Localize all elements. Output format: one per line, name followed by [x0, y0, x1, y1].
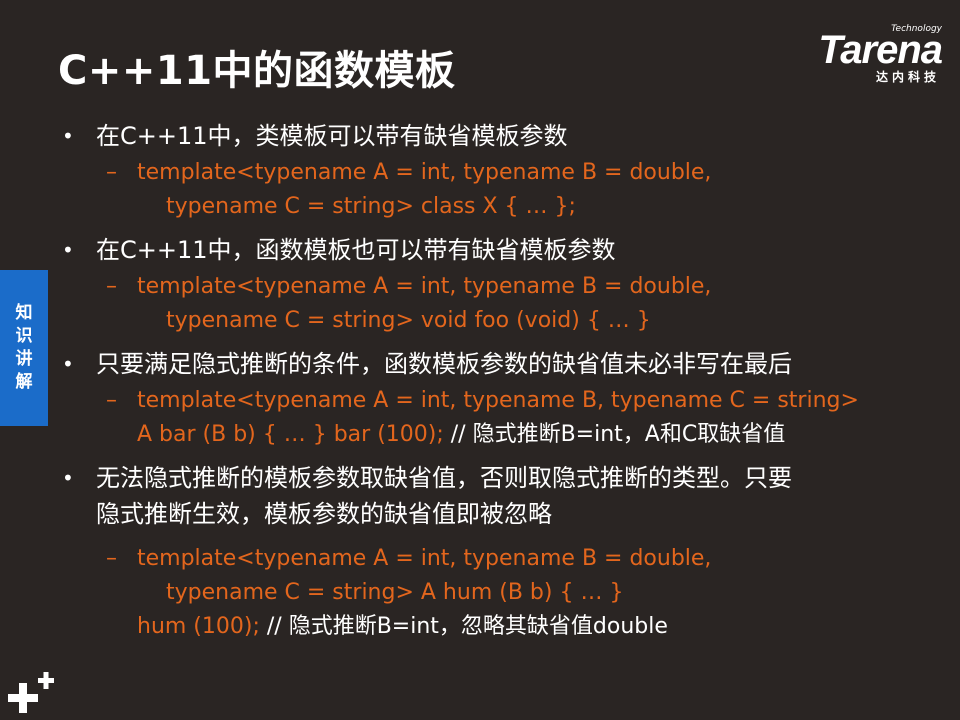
side-tab-char: 讲: [15, 349, 33, 369]
code-example: – template<typename A = int, typename B …: [58, 270, 938, 338]
bullet-text: 只要满足隐式推断的条件，函数模板参数的缺省值未必非写在最后: [96, 350, 792, 378]
bullet-icon: •: [62, 124, 74, 148]
bullet-item: • 在C++11中，函数模板也可以带有缺省模板参数: [58, 232, 938, 268]
bullet-text: 在C++11中，类模板可以带有缺省模板参数: [96, 122, 568, 150]
logo-wordmark: Tarena: [818, 28, 943, 72]
dash-icon: –: [106, 274, 117, 299]
code-line: template<typename A = int, typename B = …: [137, 546, 712, 571]
dash-icon: –: [106, 546, 117, 571]
code-comment: // 隐式推断B=int，A和C取缺省值: [443, 422, 786, 447]
bullet-item: • 只要满足隐式推断的条件，函数模板参数的缺省值未必非写在最后: [58, 346, 938, 382]
bullet-icon: •: [62, 466, 74, 490]
bullet-icon: •: [62, 352, 74, 376]
code-line: template<typename A = int, typename B = …: [137, 274, 712, 299]
bullet-text: 隐式推断生效，模板参数的缺省值即被忽略: [96, 500, 552, 528]
code-line: typename C = string> void foo (void) { ……: [166, 308, 651, 333]
side-tab-char: 识: [15, 326, 33, 346]
code-line: hum (100); // 隐式推断B=int，忽略其缺省值double: [137, 610, 938, 644]
dash-icon: –: [106, 388, 117, 413]
plus-plus-icon: [8, 672, 54, 713]
bullet-item: • 无法隐式推断的模板参数取缺省值，否则取隐式推断的类型。只要 隐式推断生效，模…: [58, 460, 938, 532]
code-text: A bar (B b) { … } bar (100);: [137, 422, 444, 447]
code-line: typename C = string> A hum (B b) { … }: [166, 580, 624, 605]
logo-chinese-name: 达内科技: [875, 70, 940, 84]
code-example: – template<typename A = int, typename B …: [58, 542, 938, 644]
code-example: – template<typename A = int, typename B,…: [58, 384, 938, 452]
code-comment: // 隐式推断B=int，忽略其缺省值double: [259, 614, 668, 639]
side-tab-char: 解: [15, 372, 33, 392]
side-tab-char: 知: [15, 303, 33, 323]
bullet-item: • 在C++11中，类模板可以带有缺省模板参数: [58, 118, 938, 154]
code-example: – template<typename A = int, typename B …: [58, 156, 938, 224]
code-line: template<typename A = int, typename B = …: [137, 160, 712, 185]
code-line: typename C = string> class X { … };: [166, 194, 576, 219]
bullet-icon: •: [62, 238, 74, 262]
slide-title: C++11中的函数模板: [58, 48, 456, 94]
bullet-text: 无法隐式推断的模板参数取缺省值，否则取隐式推断的类型。只要: [96, 464, 792, 492]
knowledge-section-tab: 知 识 讲 解: [0, 270, 48, 426]
slide-content: • 在C++11中，类模板可以带有缺省模板参数 – template<typen…: [58, 118, 938, 644]
tarena-logo: Technology Tarena 达内科技: [782, 20, 943, 84]
dash-icon: –: [106, 160, 117, 185]
code-line: A bar (B b) { … } bar (100); // 隐式推断B=in…: [137, 418, 938, 452]
code-line: template<typename A = int, typename B, t…: [137, 388, 859, 413]
bullet-text: 在C++11中，函数模板也可以带有缺省模板参数: [96, 236, 616, 264]
code-text: hum (100);: [137, 614, 260, 639]
